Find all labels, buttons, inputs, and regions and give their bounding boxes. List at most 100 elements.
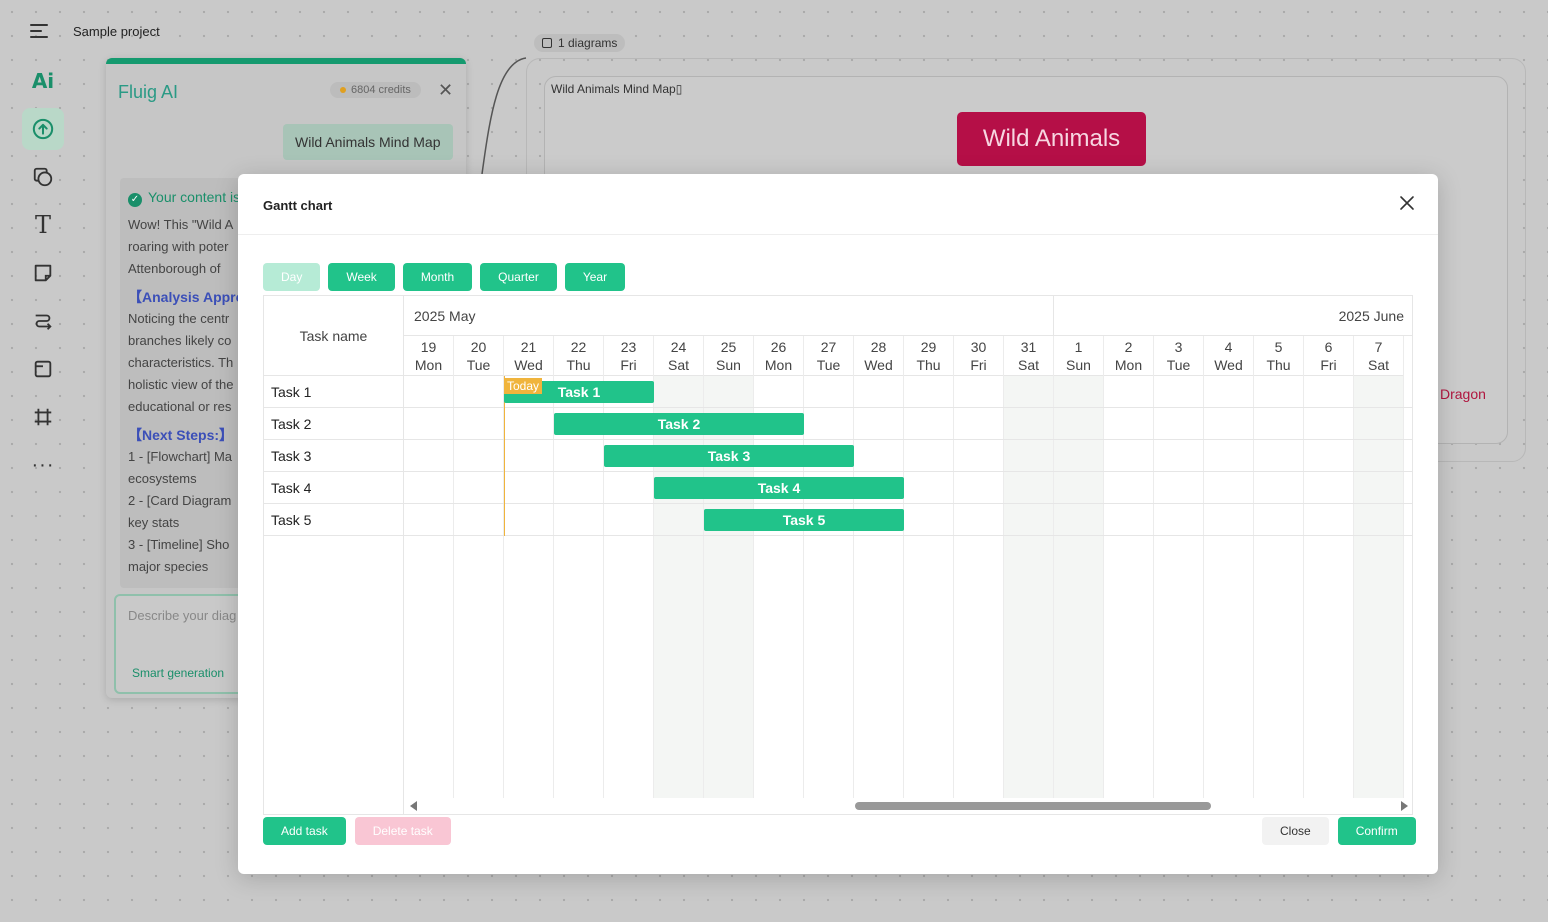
input-placeholder: Describe your diag [128,608,237,623]
day-header: 21 Wed [504,336,553,376]
day-header: 7 Sat [1354,336,1403,376]
add-task-button[interactable]: Add task [263,817,346,845]
day-header: 24 Sat [654,336,703,376]
day-number: 19 [420,339,437,355]
close-button[interactable]: Close [1262,817,1329,845]
diagram-icon [542,38,552,48]
confirm-button[interactable]: Confirm [1337,817,1416,845]
day-number: 7 [1374,339,1383,355]
row-line [404,440,1412,472]
upload-icon [32,118,54,140]
diagram-count[interactable]: 1 diagrams [534,34,626,52]
day-of-week: Wed [1214,357,1243,373]
day-header: 6 Fri [1304,336,1353,376]
ai-tool[interactable]: Ai [22,60,64,102]
user-message: Wild Animals Mind Map [283,124,453,160]
row-line [404,504,1412,536]
left-toolbar: Ai T ··· [22,60,64,492]
more-tool[interactable]: ··· [22,444,64,486]
text-icon: T [34,211,51,239]
day-of-week: Sun [716,357,741,373]
scroll-left-icon[interactable] [410,801,417,811]
day-number: 4 [1224,339,1233,355]
day-header: 4 Wed [1204,336,1253,376]
day-header: 22 Thu [554,336,603,376]
menu-icon[interactable] [30,24,48,40]
day-of-week: Fri [970,357,987,373]
task-name-row[interactable]: Task 2 [264,408,403,440]
day-number: 29 [920,339,937,355]
day-header: 20 Tue [454,336,503,376]
day-number: 30 [970,339,987,355]
task-bar[interactable]: Task 2 [554,413,804,435]
timeline-area: 2025 May 2025 June 19 Mon 20 Tue 21 Wed 22 Thu 2… [404,296,1412,814]
day-number: 28 [870,339,887,355]
shapes-icon [33,167,53,187]
node-dragon[interactable]: Dragon [1440,386,1486,402]
day-of-week: Thu [1266,357,1291,373]
view-mode-buttons: Day Week Month Quarter Year [263,263,626,291]
day-number: 1 [1074,339,1083,355]
row-line [404,472,1412,504]
ai-close-icon[interactable]: ✕ [438,80,453,101]
task-name-row[interactable]: Task 1 [264,376,403,408]
day-of-week: Tue [1166,357,1191,373]
view-quarter-button[interactable]: Quarter [480,263,557,291]
gantt-grid: Task name Task 1 Task 2 Task 3 Task 4 Ta… [263,295,1413,815]
day-header: 31 Sat [1004,336,1053,376]
footer-right: Close Confirm [1262,817,1416,845]
day-of-week: Thu [566,357,591,373]
day-number: 26 [770,339,787,355]
day-header: 1 Sun [1054,336,1103,376]
day-header: 3 Tue [1154,336,1203,376]
shapes-tool[interactable] [22,156,64,198]
task-name-row[interactable]: Task 3 [264,440,403,472]
frame-label: Wild Animals Mind Map▯ [551,82,683,96]
task-name-column: Task name Task 1 Task 2 Task 3 Task 4 Ta… [264,296,404,814]
day-number: 24 [670,339,687,355]
scroll-thumb[interactable] [855,802,1211,810]
task-bar[interactable]: Task 4 [654,477,904,499]
day-number: 27 [820,339,837,355]
footer-left: Add task Delete task [263,817,451,845]
upload-tool[interactable] [22,108,64,150]
view-year-button[interactable]: Year [564,263,626,291]
scroll-right-icon[interactable] [1401,801,1408,811]
horizontal-scrollbar[interactable] [404,798,1412,814]
text-tool[interactable]: T [22,204,64,246]
day-of-week: Tue [816,357,841,373]
task-bar[interactable]: Task 3 [604,445,854,467]
frame-icon [34,408,52,426]
day-of-week: Sat [1367,357,1389,373]
day-of-week: Mon [1114,357,1143,373]
modal-title: Gantt chart [263,198,333,213]
day-header: 28 Wed [854,336,903,376]
day-of-week: Wed [864,357,893,373]
sticky-note-tool[interactable] [22,252,64,294]
task-bar[interactable]: Task 5 [704,509,904,531]
day-header: 26 Mon [754,336,803,376]
connector-tool[interactable] [22,300,64,342]
ai-icon: Ai [31,69,55,93]
day-header: 27 Tue [804,336,853,376]
view-day-button[interactable]: Day [263,263,321,291]
day-number: 5 [1274,339,1283,355]
view-week-button[interactable]: Week [328,263,395,291]
frame-tool[interactable] [22,396,64,438]
task-name-row[interactable]: Task 4 [264,472,403,504]
panel-tool[interactable] [22,348,64,390]
close-icon[interactable] [1398,194,1416,212]
more-icon: ··· [31,453,55,476]
day-number: 31 [1020,339,1037,355]
task-name-row[interactable]: Task 5 [264,504,403,536]
day-header: 30 Fri [954,336,1003,376]
connector-icon [35,314,52,330]
month-header: 2025 May 2025 June [404,296,1412,336]
day-of-week: Tue [466,357,491,373]
smart-generation-toggle[interactable]: Smart generation [132,666,224,680]
root-node[interactable]: Wild Animals [957,112,1146,166]
day-number: 23 [620,339,637,355]
delete-task-button[interactable]: Delete task [354,817,451,845]
day-of-week: Sat [1017,357,1039,373]
view-month-button[interactable]: Month [402,263,473,291]
